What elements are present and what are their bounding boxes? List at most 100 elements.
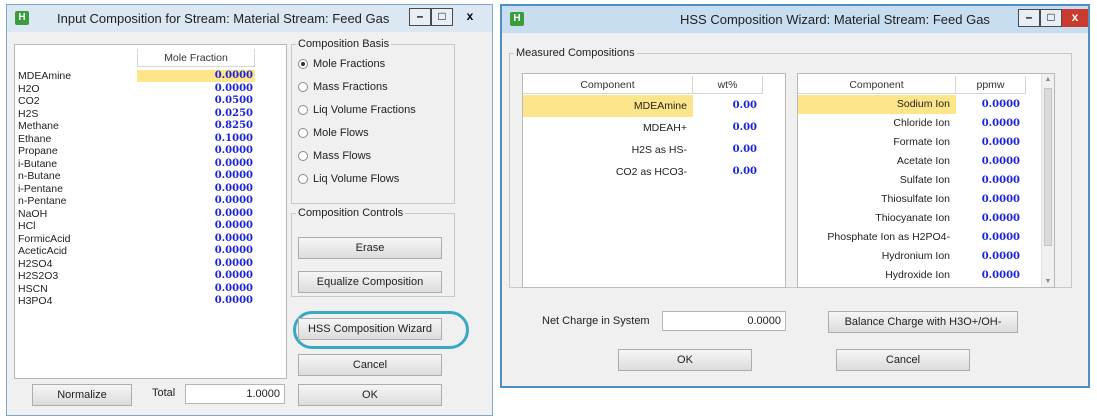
mole-fraction-cell[interactable]: 0.0000 [137, 245, 255, 257]
radio-liq-volume-flows[interactable]: Liq Volume Flows [298, 173, 399, 189]
hss-composition-wizard-button[interactable]: HSS Composition Wizard [298, 318, 442, 340]
ppmw-cell[interactable]: 0.0000 [956, 171, 1026, 190]
radio-icon [298, 151, 308, 162]
wt-percent-cell[interactable]: 0.00 [693, 161, 763, 183]
ppmw-cell[interactable]: 0.0000 [956, 266, 1026, 285]
mole-fraction-cell[interactable]: 0.0000 [137, 145, 255, 157]
component-name: Formate Ion [893, 136, 950, 148]
table-row: CO2 0.0500 [15, 95, 255, 107]
radio-mass-fractions[interactable]: Mass Fractions [298, 81, 388, 97]
radio-mass-flows[interactable]: Mass Flows [298, 150, 371, 166]
ok-button[interactable]: OK [298, 384, 442, 406]
measured-compositions-legend: Measured Compositions [516, 47, 635, 59]
table-row: i-Pentane 0.0000 [15, 183, 255, 195]
mole-fraction-cell[interactable]: 0.0000 [137, 70, 255, 82]
component-name: Phosphate Ion as H2PO4- [827, 231, 950, 243]
net-charge-label: Net Charge in System [542, 315, 650, 327]
table-row: MDEAmine 0.0000 [15, 70, 255, 82]
close-button[interactable]: x [1062, 9, 1088, 27]
mole-fraction-cell[interactable]: 0.0000 [137, 233, 255, 245]
mole-fraction-cell[interactable]: 0.0000 [137, 183, 255, 195]
balance-charge-button[interactable]: Balance Charge with H3O+/OH- [828, 311, 1018, 333]
scroll-down-icon[interactable]: ▼ [1042, 278, 1054, 285]
composition-controls-group: Composition Controls Erase Equalize Comp… [291, 207, 455, 297]
minimize-button[interactable]: – [1018, 9, 1040, 27]
net-charge-field: 0.0000 [662, 311, 786, 331]
table-row: n-Butane 0.0000 [15, 170, 255, 182]
anion-grid: Component wt% MDEAmine 0.00 MDEAH+ 0.00 H2S … [522, 73, 786, 288]
component-name: Ethane [18, 132, 52, 145]
table-row: Ethane 0.1000 [15, 133, 255, 145]
mole-fraction-cell[interactable]: 0.0000 [137, 158, 255, 170]
ppmw-cell[interactable]: 0.0000 [956, 190, 1026, 209]
mole-fraction-cell[interactable]: 0.0500 [137, 95, 255, 107]
component-name: Hydroxide Ion [885, 269, 950, 281]
table-row: HSCN 0.0000 [15, 283, 255, 295]
mole-fraction-cell[interactable]: 0.1000 [137, 133, 255, 145]
table-row: MDEAmine 0.00 [523, 95, 763, 117]
wt-percent-cell[interactable]: 0.00 [693, 117, 763, 139]
component-name: H2S [18, 107, 39, 120]
ppmw-cell[interactable]: 0.0000 [956, 247, 1026, 266]
composition-basis-legend: Composition Basis [298, 38, 390, 50]
wt-percent-cell[interactable]: 0.00 [693, 95, 763, 117]
scroll-thumb[interactable] [1044, 88, 1052, 246]
mole-fraction-cell[interactable]: 0.8250 [137, 120, 255, 132]
ppmw-cell[interactable]: 0.0000 [956, 95, 1026, 114]
radio-label: Mass Flows [313, 150, 372, 163]
app-icon: H [510, 12, 524, 26]
mole-fraction-cell[interactable]: 0.0000 [137, 208, 255, 220]
mole-fraction-cell[interactable]: 0.0000 [137, 220, 255, 232]
window-title: HSS Composition Wizard: Material Stream:… [680, 12, 990, 27]
component-name: n-Butane [18, 170, 61, 182]
mole-fraction-cell[interactable]: 0.0000 [137, 83, 255, 95]
radio-mole-fractions[interactable]: Mole Fractions [298, 58, 385, 74]
component-name: HCl [18, 220, 36, 232]
radio-label: Mass Fractions [313, 81, 388, 94]
minimize-button[interactable]: – [409, 8, 431, 26]
scrollbar[interactable]: ▲ ▼ [1041, 74, 1054, 287]
mole-fraction-header: Mole Fraction [137, 49, 255, 67]
radio-icon [298, 128, 308, 139]
component-name: H3PO4 [18, 295, 53, 307]
table-row: MDEAH+ 0.00 [523, 117, 763, 139]
mole-fraction-cell[interactable]: 0.0000 [137, 195, 255, 207]
ppmw-cell[interactable]: 0.0000 [956, 152, 1026, 171]
ppmw-cell[interactable]: 0.0000 [956, 228, 1026, 247]
ppmw-cell[interactable]: 0.0000 [956, 114, 1026, 133]
cancel-button[interactable]: Cancel [298, 354, 442, 376]
table-row: H2SO4 0.0000 [15, 258, 255, 270]
close-button[interactable]: x [459, 8, 481, 26]
equalize-composition-button[interactable]: Equalize Composition [298, 271, 442, 293]
component-name: AceticAcid [18, 245, 68, 257]
component-name: Sulfate Ion [899, 174, 950, 186]
normalize-button[interactable]: Normalize [32, 384, 132, 406]
radio-mole-flows[interactable]: Mole Flows [298, 127, 369, 143]
radio-label: Mole Flows [313, 127, 369, 140]
mole-fraction-cell[interactable]: 0.0000 [137, 270, 255, 282]
app-icon: H [15, 11, 29, 25]
component-name: i-Pentane [18, 182, 63, 195]
input-composition-window: H Input Composition for Stream: Material… [6, 4, 493, 416]
ok-button[interactable]: OK [618, 349, 752, 371]
mole-fraction-cell[interactable]: 0.0250 [137, 108, 255, 120]
mole-fraction-cell[interactable]: 0.0000 [137, 258, 255, 270]
wt-percent-cell[interactable]: 0.00 [693, 139, 763, 161]
mole-fraction-cell[interactable]: 0.0000 [137, 170, 255, 182]
maximize-button[interactable]: □ [431, 8, 453, 26]
component-name: NaOH [18, 207, 48, 220]
table-row: Propane 0.0000 [15, 145, 255, 157]
radio-label: Liq Volume Fractions [313, 104, 416, 117]
hss-composition-wizard-window: H HSS Composition Wizard: Material Strea… [500, 4, 1090, 388]
erase-button[interactable]: Erase [298, 237, 442, 259]
table-row: Methane 0.8250 [15, 120, 255, 132]
maximize-button[interactable]: □ [1040, 9, 1062, 27]
mole-fraction-cell[interactable]: 0.0000 [137, 295, 255, 307]
ppmw-cell[interactable]: 0.0000 [956, 133, 1026, 152]
ppmw-cell[interactable]: 0.0000 [956, 209, 1026, 228]
radio-liq-volume-fractions[interactable]: Liq Volume Fractions [298, 104, 416, 120]
mole-fraction-cell[interactable]: 0.0000 [137, 283, 255, 295]
component-name: Methane [18, 120, 59, 132]
cancel-button[interactable]: Cancel [836, 349, 970, 371]
scroll-up-icon[interactable]: ▲ [1042, 76, 1054, 83]
